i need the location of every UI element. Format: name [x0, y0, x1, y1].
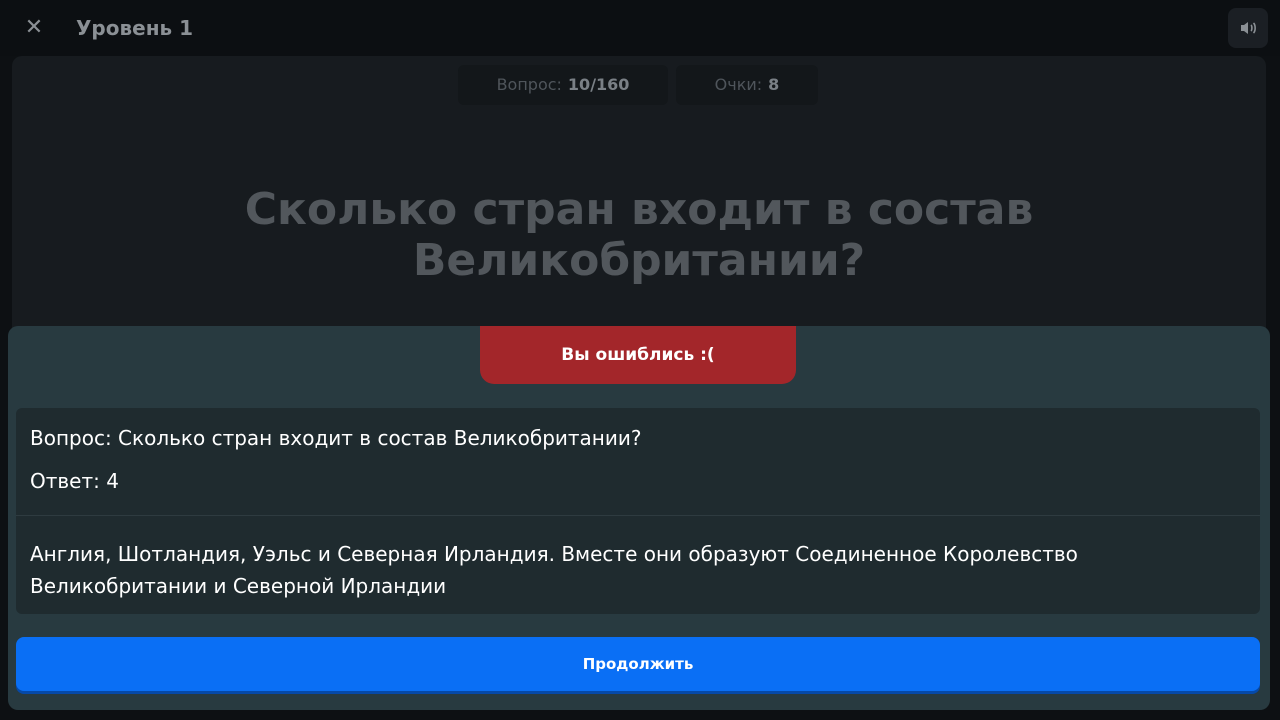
answer-info-card: Вопрос: Сколько стран входит в состав Ве… — [16, 408, 1260, 614]
answer-line: Ответ: 4 — [30, 469, 119, 493]
divider — [16, 515, 1260, 516]
result-sheet: Вы ошиблись :( Вопрос: Сколько стран вхо… — [8, 326, 1270, 710]
question-counter: Вопрос: 10/160 — [458, 65, 668, 105]
question-line: Вопрос: Сколько стран входит в состав Ве… — [30, 426, 642, 450]
question-text: Сколько стран входит в состав Великобрит… — [244, 184, 1034, 286]
sound-toggle-button[interactable] — [1228, 8, 1268, 48]
explanation-text: Англия, Шотландия, Уэльс и Северная Ирла… — [30, 542, 1078, 598]
game-panel: Вопрос: 10/160 Очки: 8 Сколько стран входи… — [12, 56, 1266, 356]
score-label: Очки: — [714, 75, 763, 94]
continue-button[interactable]: Продолжить — [16, 637, 1260, 691]
score-value: 8 — [768, 75, 780, 94]
wrong-answer-banner: Вы ошиблись :( — [480, 326, 796, 384]
question-counter-value: 10/160 — [567, 75, 630, 94]
close-icon[interactable]: ✕ — [20, 14, 48, 42]
score-counter: Очки: 8 — [676, 65, 818, 105]
top-bar: ✕ Уровень 1 — [0, 0, 1280, 56]
level-title: Уровень 1 — [76, 16, 194, 40]
app-root: ✕ Уровень 1 Вопрос: 10/160 Очки: 8 Сколько… — [0, 0, 1280, 720]
question-counter-label: Вопрос: — [496, 75, 562, 94]
speaker-icon — [1241, 22, 1256, 34]
